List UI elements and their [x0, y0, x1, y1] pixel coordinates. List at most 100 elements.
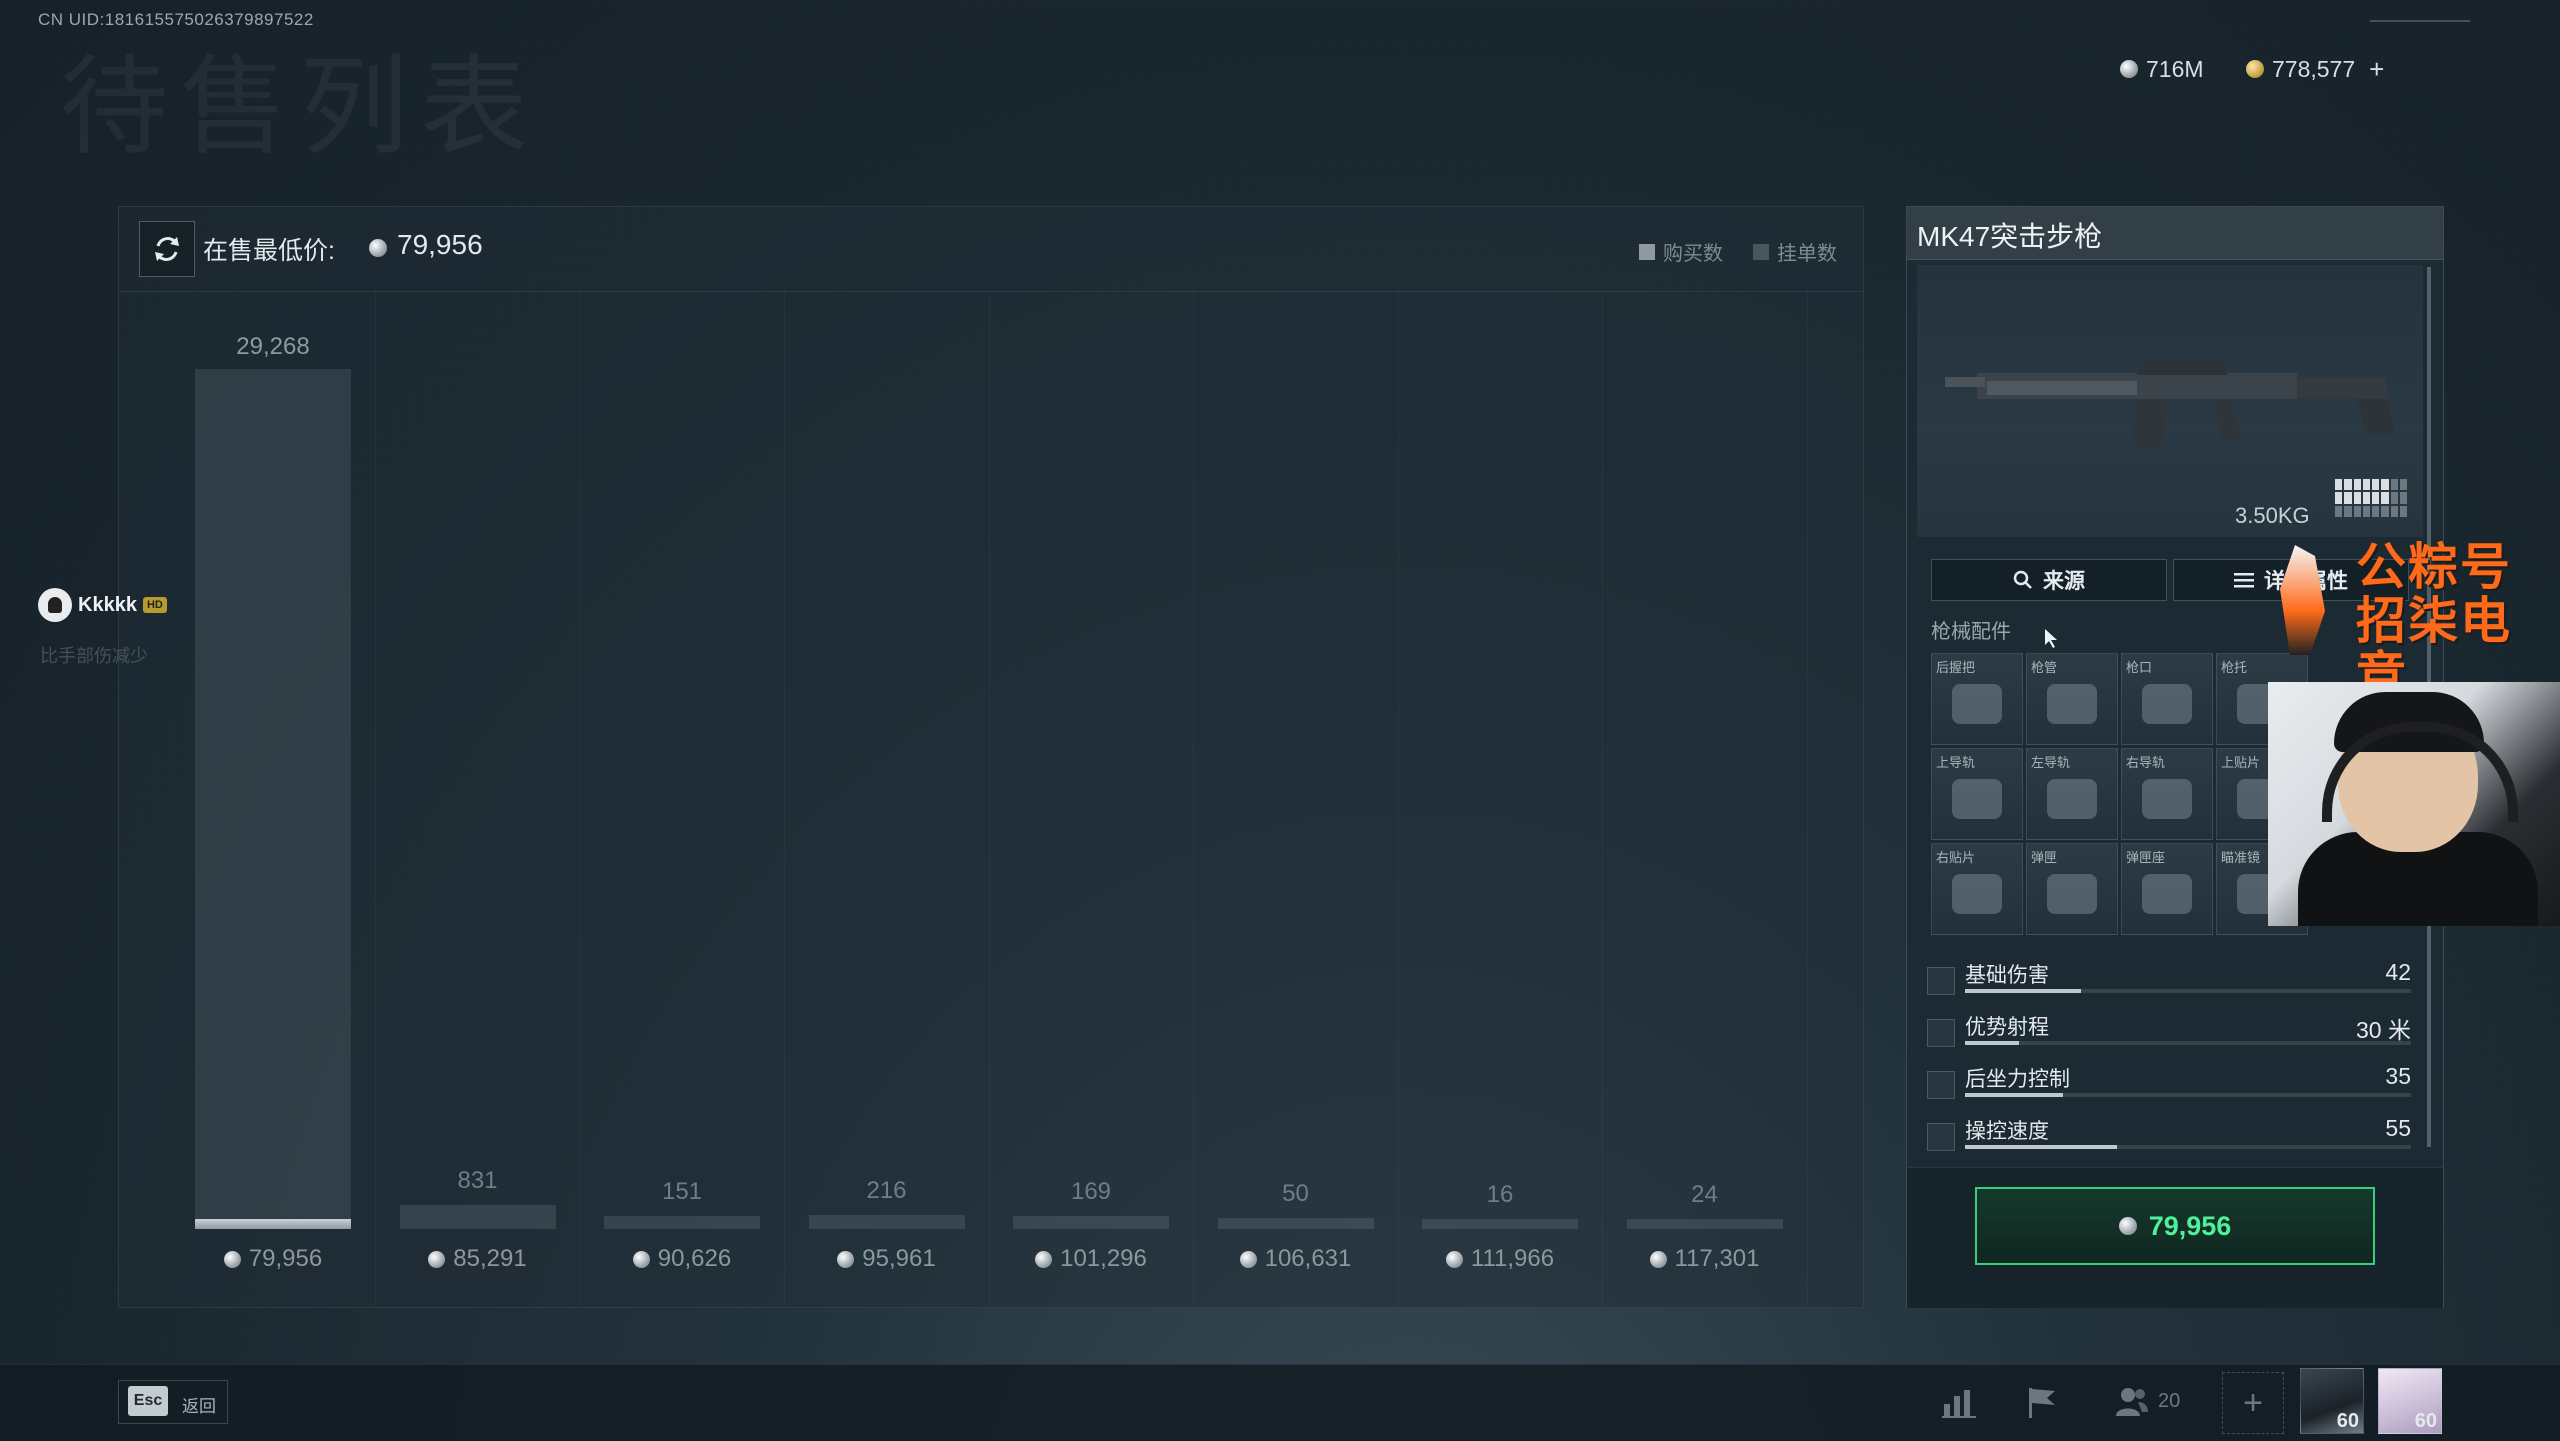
- bar[interactable]: [195, 1219, 351, 1229]
- refresh-button[interactable]: [139, 221, 195, 277]
- source-tab-label: 来源: [2043, 570, 2085, 593]
- avatar: [38, 588, 72, 622]
- bar-price-label: 101,296: [1006, 1245, 1176, 1273]
- bar-price-label: 95,961: [802, 1245, 972, 1273]
- bar-price-text: 117,301: [1674, 1245, 1760, 1272]
- attachments-section-label: 枪械配件: [1931, 621, 2011, 643]
- legend-swatch-buy: [1639, 243, 1655, 260]
- friends-button[interactable]: [2110, 1380, 2154, 1424]
- attachment-slot[interactable]: 枪口: [2121, 653, 2213, 745]
- attachment-icon: [1952, 874, 2002, 914]
- bar-price-text: 79,956: [248, 1245, 323, 1272]
- attachment-slot-label: 上导轨: [1936, 755, 1976, 770]
- attachment-slot-label: 弹匣座: [2126, 850, 2166, 865]
- stat-value: 42: [2385, 959, 2411, 985]
- lowest-price-value: 79,956: [397, 229, 483, 260]
- chart-header: 在售最低价: 79,956 购买数 挂单数: [119, 207, 1863, 292]
- stat-row: 优势射程 30 米: [1927, 1009, 2417, 1057]
- attachment-icon: [2047, 779, 2097, 819]
- grid-line: [1397, 291, 1399, 1307]
- attachment-slot[interactable]: 后握把: [1931, 653, 2023, 745]
- attachment-slot[interactable]: 弹匣座: [2121, 843, 2213, 935]
- listing-chart-panel: 在售最低价: 79,956 购买数 挂单数 29,268 79,956 831 85,…: [118, 206, 1864, 1308]
- bar-price-label: 117,301: [1620, 1245, 1790, 1273]
- stat-name: 后坐力控制: [1965, 1068, 2070, 1091]
- attachment-icon: [1952, 684, 2002, 724]
- viewer-subtext: 比手部伤减少: [40, 646, 148, 666]
- price-coin-icon: [837, 1250, 855, 1268]
- add-currency-button[interactable]: +: [2369, 54, 2384, 85]
- cursor-icon: [2045, 629, 2057, 648]
- party-member-avatar[interactable]: 60: [2300, 1368, 2364, 1434]
- viewer-name: Kkkkk: [78, 593, 137, 616]
- bar-price-text: 85,291: [453, 1245, 527, 1272]
- page-background-title: 待售列表: [60, 45, 541, 170]
- party-member-avatar[interactable]: 60: [2378, 1368, 2442, 1434]
- item-title: MK47突击步枪: [1917, 221, 2103, 252]
- stats-button[interactable]: [1938, 1380, 1982, 1424]
- attachment-slot-label: 后握把: [1936, 660, 1976, 675]
- flag-button[interactable]: [2020, 1380, 2064, 1424]
- attachment-slot[interactable]: 右导轨: [2121, 748, 2213, 840]
- bar-count-label: 151: [661, 1178, 703, 1206]
- price-coin-icon: [1239, 1250, 1257, 1268]
- buy-price: 79,956: [2148, 1210, 2232, 1241]
- silver-amount: 716M: [2146, 55, 2204, 82]
- attachment-icon: [2142, 874, 2192, 914]
- silver-currency: 716M: [2120, 54, 2204, 84]
- stat-value: 55: [2385, 1115, 2411, 1141]
- hd-badge: HD: [142, 597, 167, 613]
- attachment-slot[interactable]: 弹匣: [2026, 843, 2118, 935]
- attachment-icon: [1952, 779, 2002, 819]
- bar[interactable]: [195, 369, 351, 1219]
- silver-coin-icon: [2120, 60, 2138, 78]
- grid-line: [1806, 291, 1808, 1307]
- bar-price-label: 106,631: [1211, 1245, 1381, 1273]
- attachment-icon: [2047, 874, 2097, 914]
- watermark-line-1: 公粽号: [2356, 538, 2512, 596]
- legend-label-buy: 购买数: [1663, 243, 1723, 265]
- bar[interactable]: [1217, 1218, 1374, 1229]
- friends-count: 20: [2158, 1390, 2181, 1412]
- attachment-slot[interactable]: 上导轨: [1931, 748, 2023, 840]
- bar[interactable]: [1013, 1216, 1169, 1229]
- grid-line: [1193, 291, 1195, 1307]
- attachment-icon: [2142, 779, 2192, 819]
- attachment-slot[interactable]: 枪管: [2026, 653, 2118, 745]
- attachment-slot[interactable]: 左导轨: [2026, 748, 2118, 840]
- attachment-slot-label: 弹匣: [2031, 850, 2058, 865]
- bar[interactable]: [604, 1216, 760, 1229]
- bar[interactable]: [1422, 1218, 1578, 1229]
- legend-swatch-listing: [1753, 243, 1769, 260]
- attachment-slot-label: 上贴片: [2221, 755, 2261, 770]
- attachment-icon: [2047, 684, 2097, 724]
- price-coin-icon: [1649, 1250, 1667, 1268]
- channel-watermark: 公粽号 招柒电竞: [2300, 538, 2530, 702]
- bar-price-text: 101,296: [1060, 1245, 1147, 1272]
- list-icon: [2234, 573, 2254, 588]
- inventory-size-icon: [2335, 479, 2407, 517]
- add-party-member-button[interactable]: +: [2222, 1372, 2284, 1434]
- grid-line: [784, 291, 786, 1307]
- price-coin-icon: [1445, 1250, 1463, 1268]
- source-tab[interactable]: 来源: [1931, 559, 2167, 601]
- attachment-slot[interactable]: 右贴片: [1931, 843, 2023, 935]
- bar[interactable]: [808, 1215, 965, 1229]
- buy-button[interactable]: 79,956: [1975, 1187, 2375, 1265]
- party-member-level: 60: [2336, 1410, 2359, 1432]
- bar-count-label: 50: [1282, 1180, 1309, 1208]
- party-member-level: 60: [2414, 1410, 2437, 1432]
- price-coin-icon: [369, 239, 387, 257]
- bar[interactable]: [1626, 1218, 1783, 1229]
- attachment-slot-label: 右导轨: [2126, 755, 2166, 770]
- stat-name: 基础伤害: [1965, 964, 2049, 987]
- attachment-slot-label: 左导轨: [2031, 755, 2071, 770]
- stat-icon: [1927, 1019, 1955, 1047]
- bar[interactable]: [399, 1205, 556, 1229]
- search-icon: [2013, 570, 2032, 589]
- bar-count-label: 169: [1070, 1178, 1112, 1206]
- refresh-icon: [155, 237, 179, 261]
- bar-price-text: 111,966: [1470, 1245, 1555, 1272]
- buy-coin-icon: [2118, 1217, 2137, 1235]
- stat-bar-fill: [1965, 1041, 2019, 1045]
